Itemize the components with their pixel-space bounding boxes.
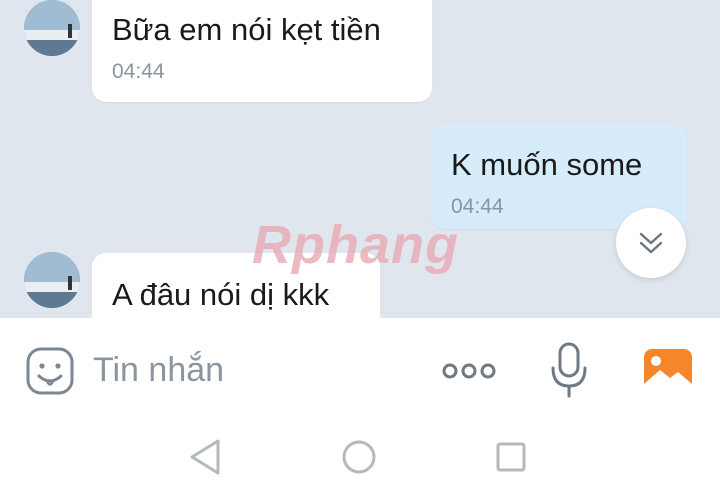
back-icon — [190, 439, 220, 475]
message-input[interactable]: Tin nhắn — [93, 351, 224, 390]
system-navigation-bar — [0, 422, 720, 497]
recents-button[interactable] — [495, 441, 527, 473]
sticker-icon — [26, 347, 74, 395]
avatar-image — [24, 0, 80, 56]
home-icon — [342, 440, 376, 474]
home-button[interactable] — [341, 439, 377, 475]
double-chevron-down-icon — [639, 232, 663, 254]
microphone-icon — [551, 342, 587, 398]
scroll-to-bottom-button[interactable] — [616, 208, 686, 278]
more-icon — [442, 363, 496, 379]
more-button[interactable] — [441, 358, 497, 384]
message-bubble-incoming[interactable]: Bữa em nói kẹt tiền 04:44 — [92, 0, 432, 102]
message-text: A đâu nói dị kkk — [112, 277, 330, 312]
chat-area[interactable]: Bữa em nói kẹt tiền 04:44 K muốn some 04… — [0, 0, 720, 318]
voice-button[interactable] — [549, 340, 589, 400]
sticker-button[interactable] — [25, 346, 75, 396]
image-icon — [644, 349, 692, 393]
message-text: K muốn some — [451, 147, 643, 182]
avatar[interactable] — [24, 252, 80, 308]
message-composer: Tin nhắn — [0, 318, 720, 422]
avatar-image — [24, 252, 80, 308]
image-button[interactable] — [642, 346, 694, 396]
recents-icon — [496, 442, 526, 472]
message-text: Bữa em nói kẹt tiền — [112, 12, 381, 47]
message-time: 04:44 — [112, 60, 165, 83]
back-button[interactable] — [188, 438, 222, 476]
watermark-text: Rphang — [252, 215, 459, 275]
avatar[interactable] — [24, 0, 80, 56]
